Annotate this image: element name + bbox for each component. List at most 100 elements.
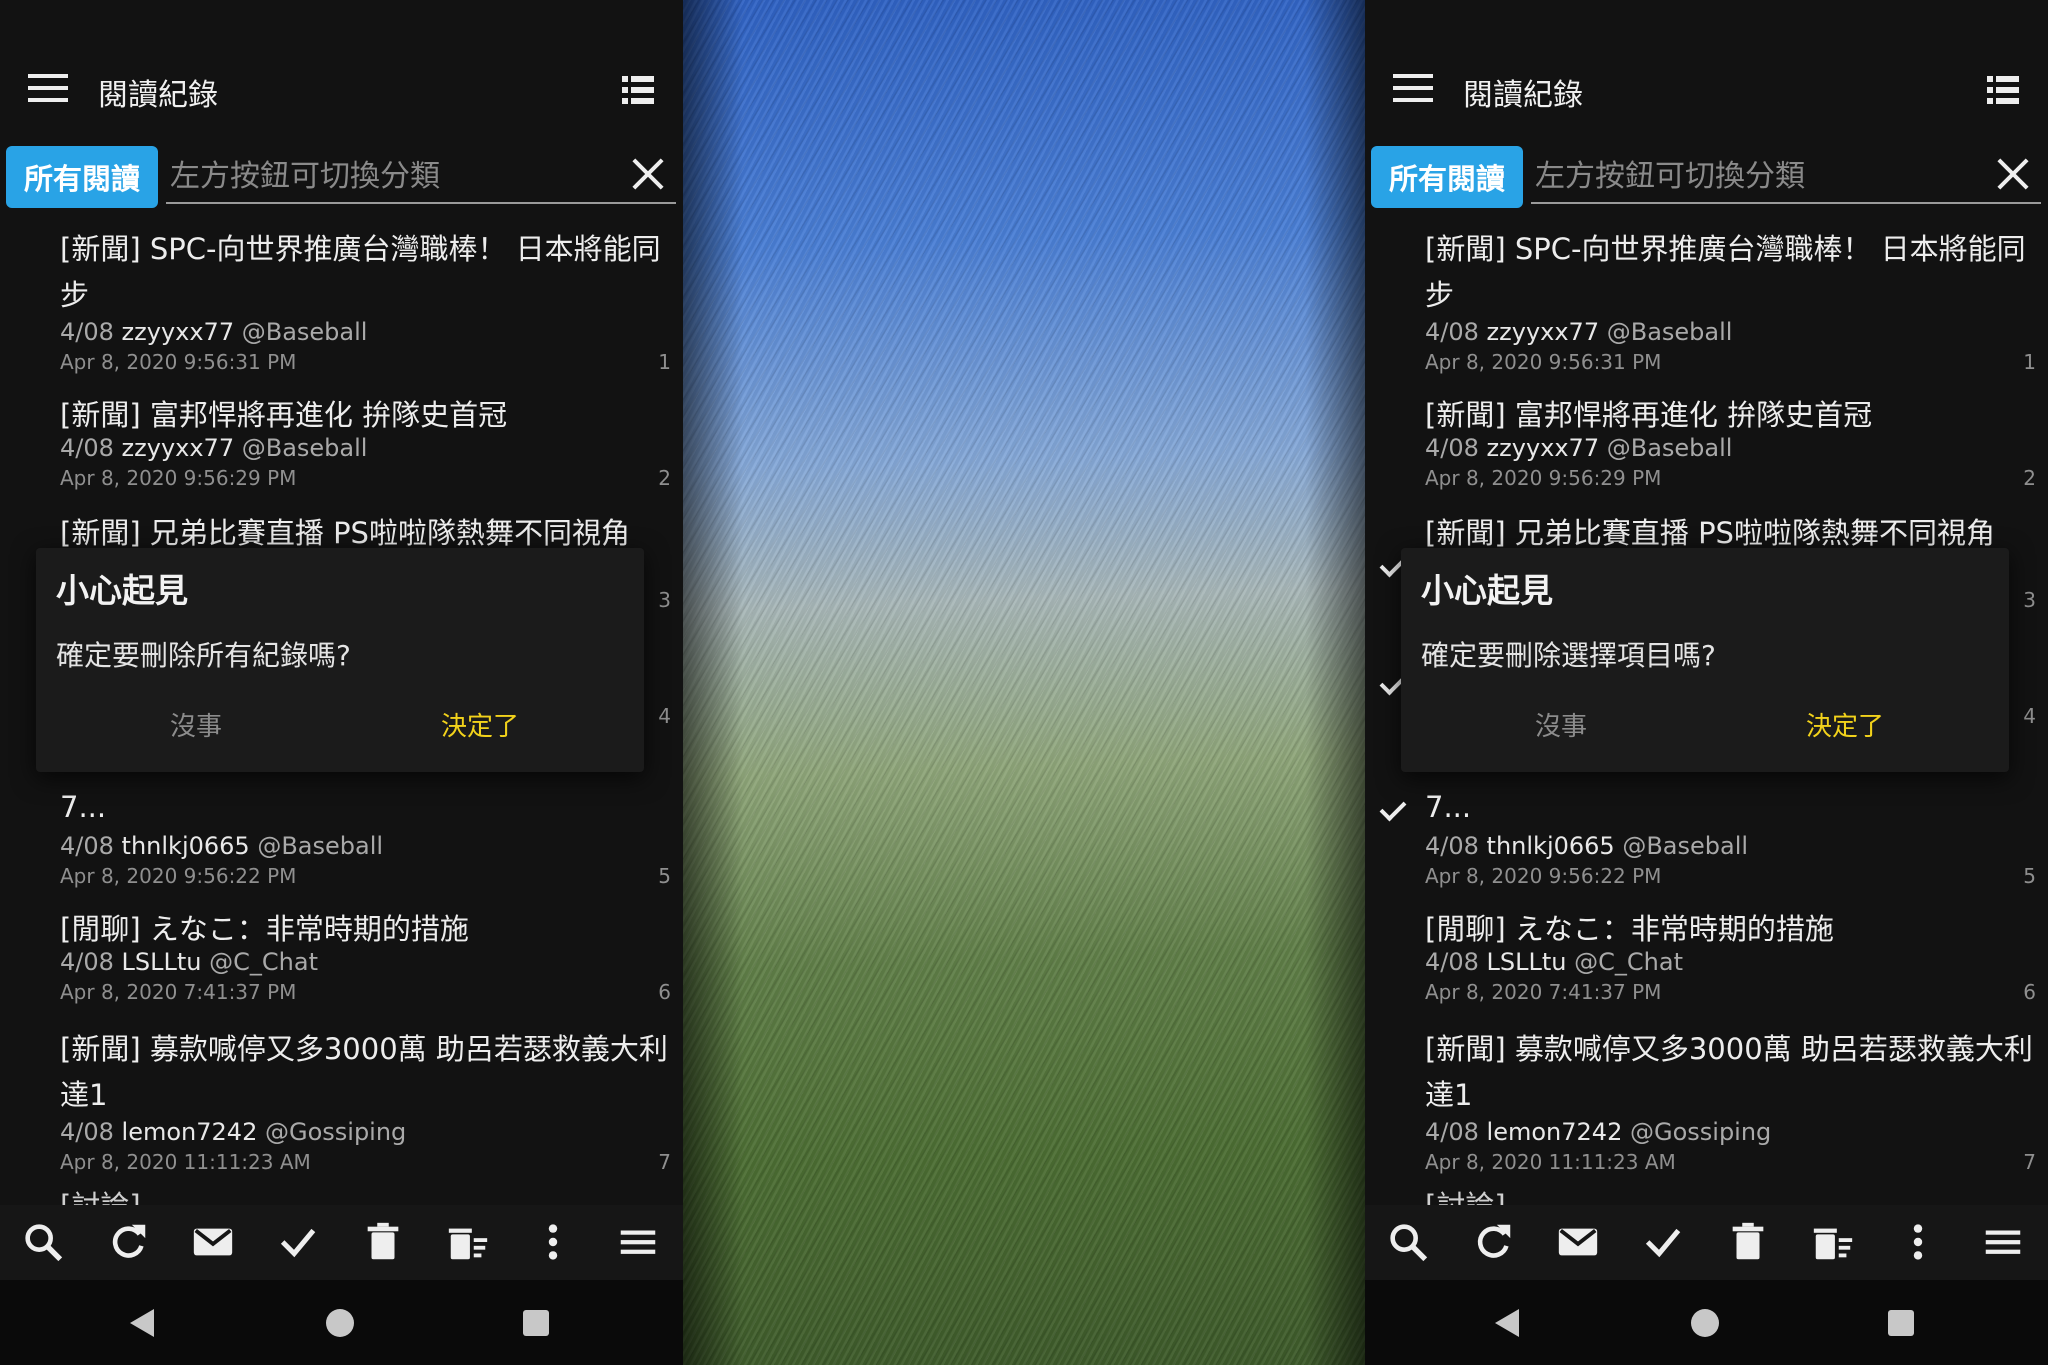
dialog-message: 確定要刪除所有紀錄嗎?: [56, 639, 351, 672]
delete-icon[interactable]: [1725, 1219, 1771, 1265]
delete-icon[interactable]: [360, 1219, 406, 1265]
category-toggle-button[interactable]: 所有閱讀: [1371, 146, 1523, 208]
item-index: 3: [2023, 588, 2036, 612]
filter-row: 所有閱讀: [1371, 146, 2041, 208]
check-icon[interactable]: [275, 1219, 321, 1265]
item-meta: 4/08 LSLLtu @C_Chat: [1425, 948, 1683, 976]
bottom-toolbar: [0, 1205, 683, 1280]
list-item[interactable]: [閒聊] えなこ：非常時期的措施 4/08 LSLLtu @C_Chat Apr…: [0, 906, 683, 1016]
page-title: 閱讀紀錄: [1463, 78, 1583, 113]
list-item[interactable]: [新聞] 富邦悍將再進化 拚隊史首冠 4/08 zzyyxx77 @Baseba…: [0, 392, 683, 502]
refresh-icon[interactable]: [105, 1219, 151, 1265]
filter-input[interactable]: [1531, 150, 1991, 204]
list-view-icon[interactable]: [622, 76, 654, 104]
item-meta: 4/08 thnlkj0665 @Baseball: [1425, 832, 1748, 860]
item-meta: 4/08 zzyyxx77 @Baseball: [60, 434, 367, 462]
phone-screen-right: [新聞] SPC-向世界推廣台灣職棒！ 日本將能同 步 4/08 zzyyxx7…: [1365, 0, 2048, 1365]
item-time: Apr 8, 2020 7:41:37 PM: [60, 980, 297, 1004]
menu-icon[interactable]: [28, 74, 68, 108]
item-title: [新聞] 募款喊停又多3000萬 助呂若瑟救義大利: [60, 1032, 668, 1066]
list-item[interactable]: [新聞] 富邦悍將再進化 拚隊史首冠 4/08 zzyyxx77 @Baseba…: [1365, 392, 2048, 502]
search-icon[interactable]: [1385, 1219, 1431, 1265]
mail-icon[interactable]: [1555, 1219, 1601, 1265]
clear-icon[interactable]: [628, 154, 668, 194]
filter-input[interactable]: [166, 150, 626, 204]
item-index: 6: [2023, 980, 2036, 1004]
item-index: 6: [658, 980, 671, 1004]
item-meta: 4/08 lemon7242 @Gossiping: [60, 1118, 406, 1146]
clear-icon[interactable]: [1993, 154, 2033, 194]
item-board: @Baseball: [241, 318, 368, 346]
back-icon[interactable]: [126, 1305, 162, 1341]
item-board: @Baseball: [1606, 434, 1733, 462]
mail-icon[interactable]: [190, 1219, 236, 1265]
item-time: Apr 8, 2020 9:56:31 PM: [1425, 350, 1662, 374]
item-date: 4/08: [1425, 948, 1479, 976]
home-icon[interactable]: [1687, 1305, 1723, 1341]
item-time: Apr 8, 2020 9:56:29 PM: [60, 466, 297, 490]
confirm-dialog: 小心起見 確定要刪除所有紀錄嗎? 沒事 決定了: [36, 548, 644, 772]
menu-icon[interactable]: [1393, 74, 1433, 108]
item-meta: 4/08 zzyyxx77 @Baseball: [1425, 318, 1732, 346]
item-author: thnlkj0665: [121, 832, 250, 860]
item-author: zzyyxx77: [121, 318, 235, 346]
item-title-continued: 步: [1425, 278, 1455, 312]
more-vert-icon[interactable]: [1895, 1219, 1941, 1265]
wallpaper-background: [683, 0, 1365, 1365]
wallpaper-shadow-right: [1305, 0, 1365, 1365]
item-title-continued: 7...: [1425, 790, 1472, 824]
item-title: [新聞] 富邦悍將再進化 拚隊史首冠: [60, 398, 508, 432]
check-icon[interactable]: [1640, 1219, 1686, 1265]
item-time: Apr 8, 2020 9:56:31 PM: [60, 350, 297, 374]
recent-apps-icon[interactable]: [1883, 1305, 1919, 1341]
refresh-icon[interactable]: [1470, 1219, 1516, 1265]
list-item[interactable]: [新聞] 募款喊停又多3000萬 助呂若瑟救義大利 達1 4/08 lemon7…: [0, 1026, 683, 1186]
delete-sweep-icon[interactable]: [445, 1219, 491, 1265]
item-date: 4/08: [60, 948, 114, 976]
item-date: 4/08: [60, 434, 114, 462]
item-index: 7: [658, 1150, 671, 1174]
item-time: Apr 8, 2020 11:11:23 AM: [60, 1150, 311, 1174]
item-time: Apr 8, 2020 11:11:23 AM: [1425, 1150, 1676, 1174]
item-date: 4/08: [1425, 434, 1479, 462]
list-item[interactable]: [新聞] SPC-向世界推廣台灣職棒！ 日本將能同 步 4/08 zzyyxx7…: [1365, 226, 2048, 386]
item-index: 4: [2023, 704, 2036, 728]
list-item-partial: [討論] ……: [60, 1188, 208, 1205]
menu-icon[interactable]: [1980, 1219, 2026, 1265]
item-board: @C_Chat: [209, 948, 318, 976]
item-index: 4: [658, 704, 671, 728]
more-vert-icon[interactable]: [530, 1219, 576, 1265]
delete-sweep-icon[interactable]: [1810, 1219, 1856, 1265]
dialog-cancel-button[interactable]: 沒事: [1441, 696, 1681, 752]
search-icon[interactable]: [20, 1219, 66, 1265]
phone-screen-left: [新聞] SPC-向世界推廣台灣職棒！ 日本將能同 步 4/08 zzyyxx7…: [0, 0, 683, 1365]
list-item-partial: [討論] ……: [1425, 1188, 1573, 1205]
item-index: 2: [658, 466, 671, 490]
category-toggle-button[interactable]: 所有閱讀: [6, 146, 158, 208]
bottom-toolbar: [1365, 1205, 2048, 1280]
item-board: @Gossiping: [1629, 1118, 1772, 1146]
dialog-confirm-button[interactable]: 決定了: [1725, 696, 1965, 752]
item-author: thnlkj0665: [1486, 832, 1615, 860]
menu-icon[interactable]: [615, 1219, 661, 1265]
dialog-cancel-button[interactable]: 沒事: [76, 696, 316, 752]
back-icon[interactable]: [1491, 1305, 1527, 1341]
list-item-selected[interactable]: 7... 4/08 thnlkj0665 @Baseball Apr 8, 20…: [1365, 790, 2048, 890]
list-item[interactable]: 7... 4/08 thnlkj0665 @Baseball Apr 8, 20…: [0, 790, 683, 890]
item-index: 7: [2023, 1150, 2036, 1174]
dialog-title: 小心起見: [56, 571, 188, 610]
item-title-continued: 達1: [60, 1078, 108, 1112]
item-title-continued: 7...: [60, 790, 107, 824]
item-board: @Baseball: [241, 434, 368, 462]
list-item[interactable]: [閒聊] えなこ：非常時期的措施 4/08 LSLLtu @C_Chat Apr…: [1365, 906, 2048, 1016]
item-board: @Baseball: [1622, 832, 1749, 860]
list-item[interactable]: [新聞] 募款喊停又多3000萬 助呂若瑟救義大利 達1 4/08 lemon7…: [1365, 1026, 2048, 1186]
item-author: zzyyxx77: [1486, 318, 1600, 346]
list-item[interactable]: [新聞] SPC-向世界推廣台灣職棒！ 日本將能同 步 4/08 zzyyxx7…: [0, 226, 683, 386]
dialog-confirm-button[interactable]: 決定了: [360, 696, 600, 752]
recent-apps-icon[interactable]: [518, 1305, 554, 1341]
list-view-icon[interactable]: [1987, 76, 2019, 104]
home-icon[interactable]: [322, 1305, 358, 1341]
item-time: Apr 8, 2020 9:56:22 PM: [1425, 864, 1662, 888]
item-title-continued: 達1: [1425, 1078, 1473, 1112]
